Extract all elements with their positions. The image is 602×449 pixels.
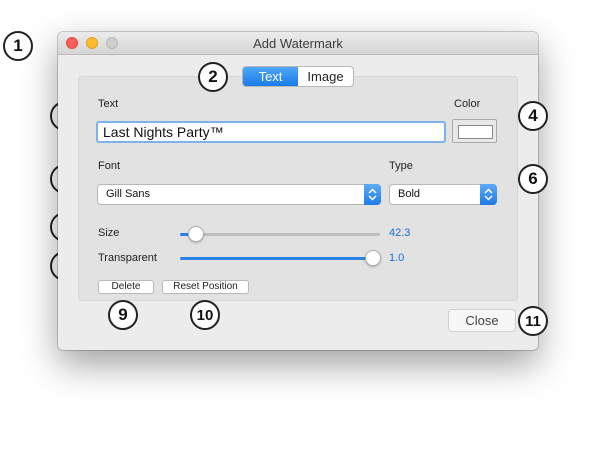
delete-button[interactable]: Delete [98,280,154,294]
callout-10: 10 [190,300,220,330]
color-swatch [458,125,493,139]
callout-4: 4 [518,101,548,131]
font-label: Font [98,160,121,172]
transparent-slider-fill [180,257,374,260]
close-button[interactable]: Close [448,309,516,332]
color-well[interactable] [452,119,497,143]
type-popup-value: Bold [398,188,421,200]
color-label: Color [454,98,481,110]
tab-image[interactable]: Image [298,67,353,86]
window-title: Add Watermark [253,36,343,51]
text-label: Text [98,98,119,110]
callout-9: 9 [108,300,138,330]
callout-2: 2 [198,62,228,92]
size-value: 42.3 [389,227,411,239]
tab-text[interactable]: Text [243,67,298,86]
callout-1: 1 [3,31,33,61]
type-label: Type [389,160,413,172]
type-popup-chevron-icon [480,184,497,205]
title-bar: Add Watermark [58,32,538,55]
type-popup[interactable]: Bold [389,184,497,205]
transparent-slider-knob[interactable] [365,250,381,266]
transparent-slider-track[interactable] [180,257,380,260]
size-label: Size [98,227,120,239]
font-popup-chevron-icon [364,184,381,205]
font-popup-value: Gill Sans [106,188,151,200]
size-slider-knob[interactable] [188,226,204,242]
font-popup[interactable]: Gill Sans [97,184,381,205]
callout-11: 11 [518,306,548,336]
transparent-value: 1.0 [389,252,405,264]
transparent-label: Transparent [98,252,157,264]
watermark-text-field[interactable]: Last Nights Party™ [96,121,446,143]
mode-segmented-control: Text Image [242,66,354,87]
callout-6: 6 [518,164,548,194]
reset-position-button[interactable]: Reset Position [162,280,249,294]
size-slider-track[interactable] [180,233,380,236]
